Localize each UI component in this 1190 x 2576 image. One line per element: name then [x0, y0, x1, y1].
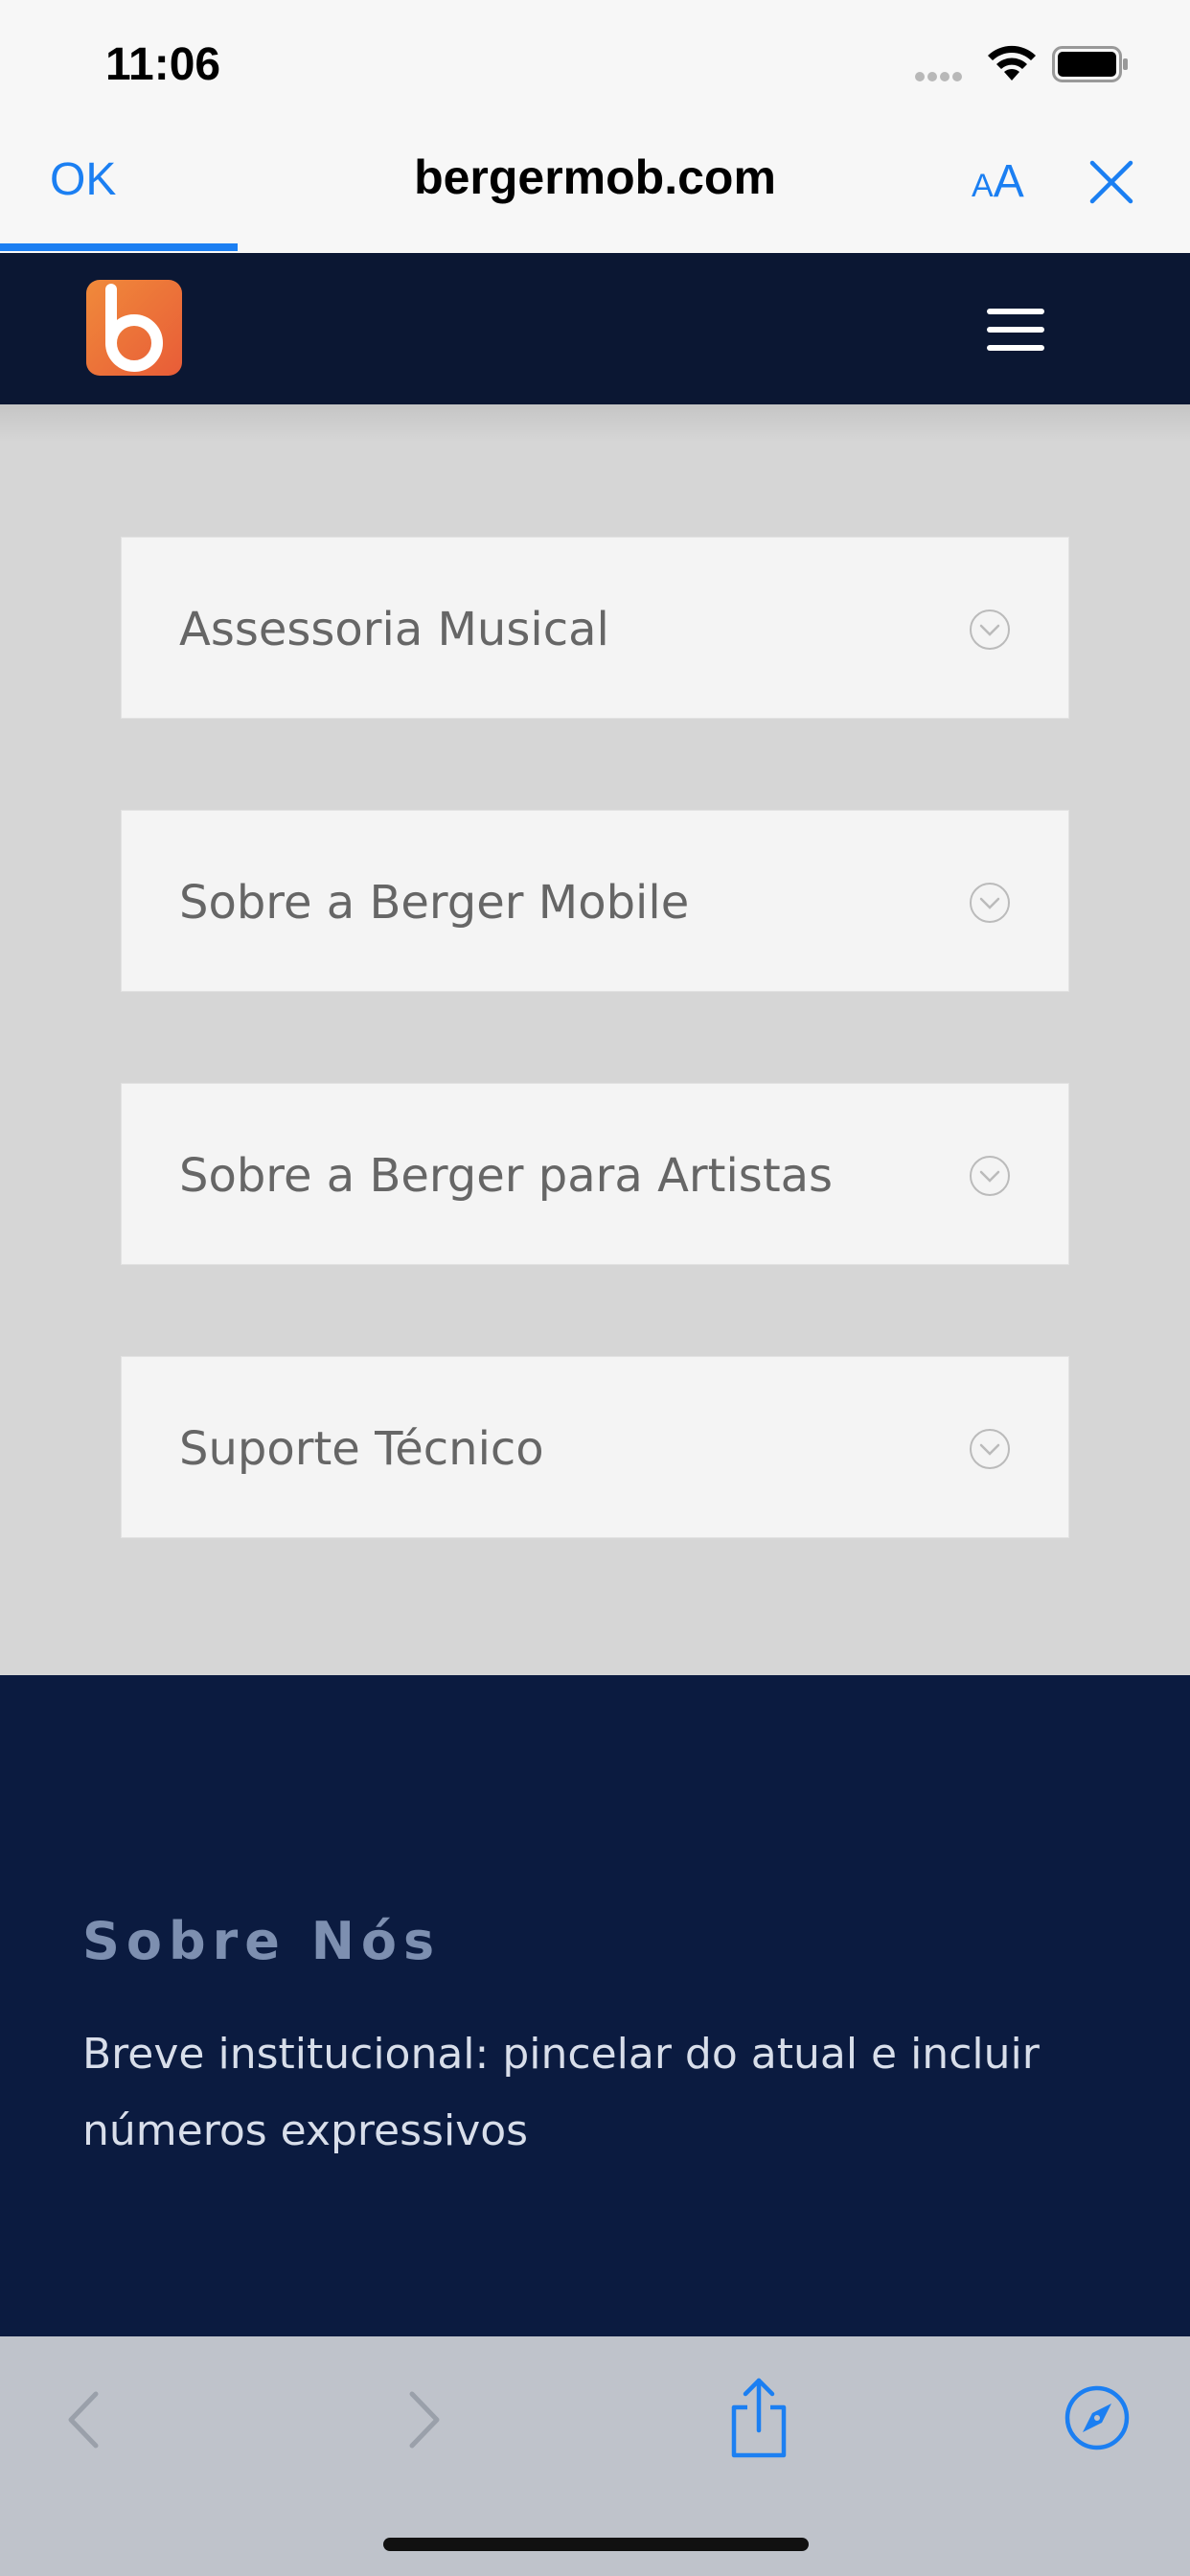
site-navbar	[0, 253, 1190, 404]
back-arrow-icon[interactable]	[59, 2388, 107, 2451]
status-bar: 11:06	[0, 0, 1190, 126]
battery-icon	[1052, 46, 1128, 82]
forward-arrow-icon[interactable]	[400, 2388, 448, 2451]
accordion-label: Assessoria Musical	[179, 603, 609, 656]
page-load-progress	[0, 243, 238, 251]
hamburger-menu-icon[interactable]	[987, 309, 1044, 351]
berger-b-logo-icon	[105, 284, 163, 372]
berger-logo[interactable]	[86, 280, 182, 376]
accordion-item-sobre-berger-mobile[interactable]: Sobre a Berger Mobile	[121, 810, 1069, 992]
text-size-small-label: A	[972, 168, 994, 204]
footer: Sobre Nós Breve institucional: pincelar …	[0, 1675, 1190, 2336]
accordion-item-sobre-berger-artistas[interactable]: Sobre a Berger para Artistas	[121, 1083, 1069, 1265]
footer-text: Breve institucional: pincelar do atual e…	[82, 2030, 1040, 2155]
text-size-large-label: A	[993, 156, 1024, 207]
accordion-label: Sobre a Berger Mobile	[179, 876, 690, 930]
home-indicator	[383, 2538, 809, 2551]
chevron-down-icon	[970, 610, 1010, 650]
accordion-label: Sobre a Berger para Artistas	[179, 1149, 834, 1203]
footer-title: Sobre Nós	[82, 1911, 442, 1971]
compass-icon[interactable]	[1064, 2384, 1131, 2451]
chevron-down-icon	[970, 1156, 1010, 1196]
wifi-icon	[988, 45, 1036, 80]
chevron-down-icon	[970, 883, 1010, 923]
browser-header: OK bergermob.com AA	[0, 126, 1190, 253]
status-time: 11:06	[105, 39, 221, 90]
share-icon[interactable]	[726, 2377, 791, 2459]
accordion-item-assessoria-musical[interactable]: Assessoria Musical	[121, 537, 1069, 719]
chevron-down-icon	[970, 1429, 1010, 1469]
browser-toolbar	[0, 2336, 1190, 2576]
faq-section: Assessoria Musical Sobre a Berger Mobile…	[0, 404, 1190, 1675]
close-icon[interactable]	[1087, 157, 1136, 207]
accordion-item-suporte-tecnico[interactable]: Suporte Técnico	[121, 1356, 1069, 1538]
text-size-button[interactable]: AA	[972, 155, 1024, 208]
accordion-label: Suporte Técnico	[179, 1422, 544, 1476]
cellular-signal-icon	[915, 69, 965, 86]
